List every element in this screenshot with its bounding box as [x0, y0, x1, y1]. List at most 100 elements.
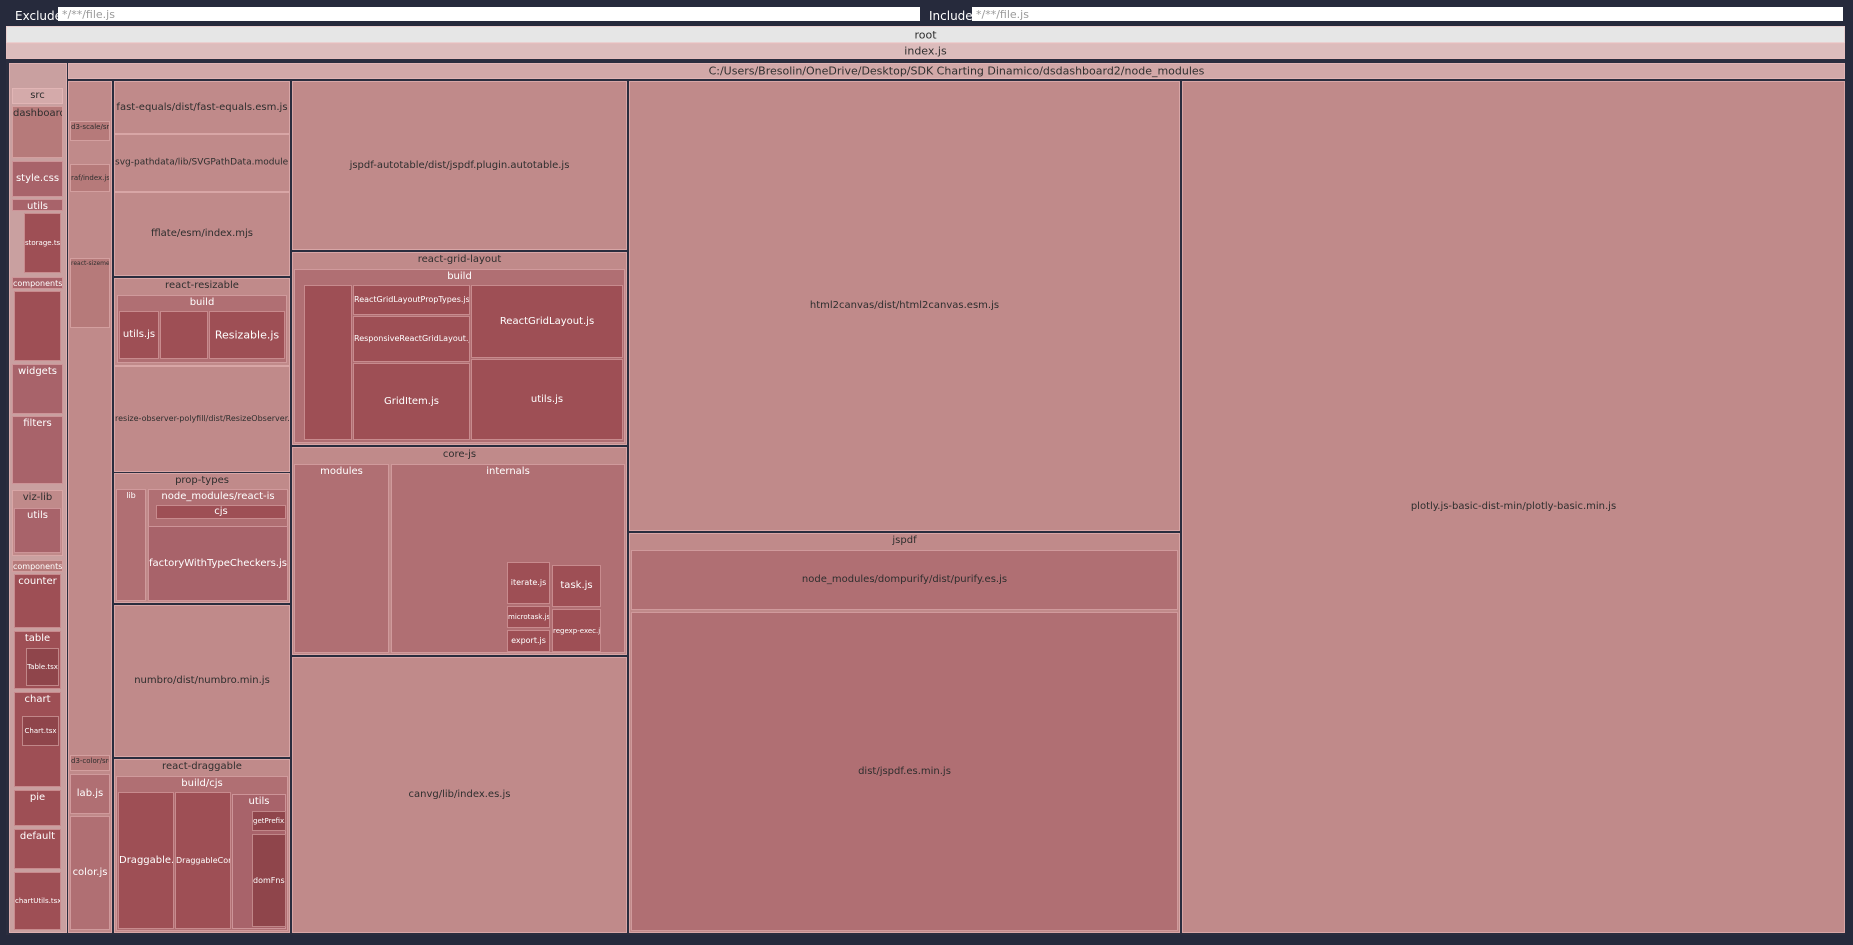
module-resize-observer-label: resize-observer-polyfill/dist/ResizeObse… — [115, 414, 289, 424]
rgl-small-files[interactable] — [304, 285, 352, 440]
include-input[interactable] — [972, 7, 1843, 21]
rr-resizable-js-label: Resizable.js — [214, 328, 280, 342]
pt-factory[interactable]: factoryWithTypeCheckers.js — [148, 526, 288, 601]
module-plotly-label: plotly.js-basic-dist-min/plotly-basic.mi… — [1410, 501, 1617, 512]
cj-regexp-exec[interactable]: regexp-exec.js — [552, 609, 601, 652]
group-counter[interactable]: counter — [14, 574, 61, 628]
module-react-sizeme-label: react-sizeme — [71, 260, 109, 267]
jspdf-dompurify-label: node_modules/dompurify/dist/purify.es.js — [801, 574, 1008, 585]
pt-cjs-label: cjs — [214, 506, 228, 517]
exclude-input[interactable] — [58, 7, 920, 21]
treemap-entry[interactable]: index.js — [6, 43, 1845, 59]
cj-regexp-exec-label: regexp-exec.js — [553, 626, 600, 635]
module-fflate[interactable]: fflate/esm/index.mjs — [114, 192, 290, 276]
module-fast-equals[interactable]: fast-equals/dist/fast-equals.esm.js — [114, 81, 290, 134]
node-modules-header[interactable]: C:/Users/Bresolin/OneDrive/Desktop/SDK C… — [68, 63, 1845, 79]
rd-getprefix[interactable]: getPrefix.js — [252, 811, 286, 831]
rr-utils-js[interactable]: utils.js — [119, 311, 159, 359]
cj-export-label: export.js — [511, 636, 546, 646]
module-react-sizeme[interactable]: react-sizeme — [70, 258, 110, 328]
module-html2canvas-label: html2canvas/dist/html2canvas.esm.js — [809, 300, 1000, 311]
group-filters-label: filters — [23, 418, 52, 429]
rgl-proptypes[interactable]: ReactGridLayoutPropTypes.js — [353, 285, 470, 315]
rgl-responsive[interactable]: ResponsiveReactGridLayout.js — [353, 316, 470, 362]
module-core-js-label: core-js — [442, 449, 477, 460]
module-d3-scale[interactable]: d3-scale/src — [70, 121, 110, 141]
module-html2canvas[interactable]: html2canvas/dist/html2canvas.esm.js — [629, 81, 1180, 531]
module-autotable[interactable]: jspdf-autotable/dist/jspdf.plugin.autota… — [292, 81, 627, 250]
group-viz-components[interactable]: components — [12, 560, 63, 572]
file-style-css-label: style.css — [15, 173, 60, 184]
group-default[interactable]: default — [14, 829, 61, 869]
rd-core-js[interactable]: DraggableCore.js — [175, 792, 231, 929]
rd-domfns-label: domFns.js — [253, 875, 285, 885]
module-canvg-label: canvg/lib/index.es.js — [408, 789, 511, 800]
pt-lib-label: lib — [126, 491, 136, 500]
module-numbro[interactable]: numbro/dist/numbro.min.js — [114, 605, 290, 757]
rr-utils-js-label: utils.js — [122, 329, 156, 340]
group-components-label: components — [13, 279, 62, 288]
cj-microtask[interactable]: microtask.js — [507, 606, 550, 628]
module-canvg[interactable]: canvg/lib/index.es.js — [292, 657, 627, 933]
jspdf-dompurify[interactable]: node_modules/dompurify/dist/purify.es.js — [631, 550, 1178, 610]
treemap-root[interactable]: root — [6, 26, 1845, 43]
rd-draggable-js[interactable]: Draggable.js — [118, 792, 174, 929]
cj-iterate-label: iterate.js — [510, 578, 547, 588]
group-filters[interactable]: filters — [12, 416, 63, 484]
group-pie[interactable]: pie — [14, 790, 61, 826]
module-raf-label: raf/index.js — [71, 173, 109, 182]
module-svg-pathdata[interactable]: svg-pathdata/lib/SVGPathData.module.js — [114, 134, 290, 192]
root-label: root — [914, 27, 937, 41]
rd-getprefix-label: getPrefix.js — [253, 816, 285, 825]
group-chart-label: chart — [24, 694, 51, 705]
rgl-griditem-label: GridItem.js — [384, 395, 439, 407]
group-pie-label: pie — [29, 792, 46, 803]
group-viz-utils-label: utils — [26, 510, 49, 521]
pt-cjs[interactable]: cjs — [156, 505, 286, 519]
rgl-main[interactable]: ReactGridLayout.js — [471, 285, 623, 358]
group-components[interactable]: components — [12, 277, 63, 289]
cj-modules[interactable]: modules — [294, 464, 389, 653]
module-react-draggable-label: react-draggable — [162, 761, 242, 772]
rd-build-label: build/cjs — [181, 778, 223, 789]
cj-task[interactable]: task.js — [552, 565, 601, 607]
module-autotable-label: jspdf-autotable/dist/jspdf.plugin.autota… — [349, 159, 570, 171]
module-jspdf-label: jspdf — [892, 535, 917, 546]
file-table-tsx[interactable]: Table.tsx — [26, 648, 59, 686]
rd-domfns[interactable]: domFns.js — [252, 834, 286, 927]
cj-iterate[interactable]: iterate.js — [507, 562, 550, 604]
group-src-label: src — [30, 90, 45, 101]
module-d3-color-label: d3-color/src — [71, 757, 109, 765]
file-chart-tsx[interactable]: Chart.tsx — [22, 716, 59, 746]
components-files[interactable] — [14, 291, 61, 361]
group-viz-utils[interactable]: utils — [14, 508, 61, 553]
cj-export[interactable]: export.js — [507, 630, 550, 652]
rgl-utils[interactable]: utils.js — [471, 359, 623, 440]
rgl-griditem[interactable]: GridItem.js — [353, 363, 470, 440]
module-resize-observer[interactable]: resize-observer-polyfill/dist/ResizeObse… — [114, 366, 290, 472]
module-react-grid-layout-label: react-grid-layout — [417, 254, 502, 265]
module-color-js[interactable]: color.js — [70, 816, 110, 930]
group-utils[interactable]: utils — [12, 199, 63, 211]
file-table-tsx-label: Table.tsx — [27, 662, 58, 671]
rr-resizable-js[interactable]: Resizable.js — [209, 311, 285, 359]
module-plotly[interactable]: plotly.js-basic-dist-min/plotly-basic.mi… — [1182, 81, 1845, 933]
group-dashboard[interactable]: dashboard — [12, 106, 63, 158]
file-chartutils-tsx[interactable]: chartUtils.tsx — [14, 872, 61, 930]
group-utils-label: utils — [26, 201, 49, 211]
rr-resizablebox[interactable] — [160, 311, 208, 359]
file-storage-ts[interactable]: storage.ts — [24, 213, 61, 273]
jspdf-es-min[interactable]: dist/jspdf.es.min.js — [631, 612, 1178, 931]
pt-lib[interactable]: lib — [116, 489, 146, 601]
module-prop-types-label: prop-types — [175, 475, 229, 486]
module-d3-color[interactable]: d3-color/src — [70, 755, 110, 771]
rd-core-js-label: DraggableCore.js — [176, 855, 230, 865]
module-lab-js[interactable]: lab.js — [70, 774, 110, 814]
group-widgets[interactable]: widgets — [12, 364, 63, 414]
group-src[interactable]: src — [12, 88, 63, 104]
file-style-css[interactable]: style.css — [12, 161, 63, 197]
module-raf[interactable]: raf/index.js — [70, 164, 110, 192]
module-d3-scale-label: d3-scale/src — [71, 123, 109, 131]
jspdf-es-min-label: dist/jspdf.es.min.js — [858, 765, 951, 777]
entry-label: index.js — [904, 44, 947, 58]
